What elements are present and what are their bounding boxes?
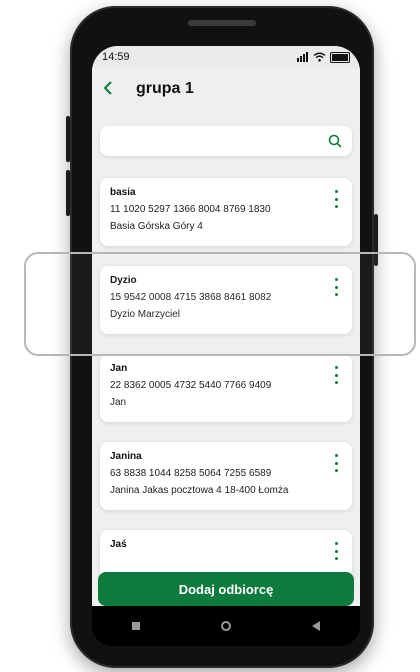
wifi-icon (313, 52, 326, 62)
status-bar: 14:59 (92, 46, 360, 68)
recipient-card[interactable]: Dyzio 15 9542 0008 4715 3868 8461 8082 D… (100, 266, 352, 334)
battery-icon (330, 51, 350, 63)
recipient-name: Dyzio (110, 275, 137, 286)
recipient-account: 22 8362 0005 4732 5440 7766 9409 (110, 380, 272, 391)
side-button (66, 170, 70, 216)
more-options-icon[interactable] (332, 278, 340, 296)
signal-icon (297, 52, 308, 62)
recipient-name: Jaś (110, 539, 127, 550)
search-input[interactable] (110, 126, 314, 156)
recipient-details: Basia Górska Góry 4 (110, 221, 203, 232)
system-navigation-bar (92, 606, 360, 646)
more-options-icon[interactable] (332, 542, 340, 560)
chevron-left-icon[interactable] (102, 79, 128, 99)
more-options-icon[interactable] (332, 454, 340, 472)
recipient-account: 11 1020 5297 1366 8004 8769 1830 (110, 204, 271, 215)
search-icon[interactable] (328, 134, 342, 148)
back-icon[interactable] (311, 621, 320, 631)
recipient-card[interactable]: Janina 63 8838 1044 8258 5064 7255 6589 … (100, 442, 352, 510)
recipient-card[interactable]: basia 11 1020 5297 1366 8004 8769 1830 B… (100, 178, 352, 246)
recipient-name: basia (110, 187, 136, 198)
recent-apps-icon[interactable] (132, 622, 141, 630)
status-time: 14:59 (102, 51, 130, 63)
page-title: grupa 1 (136, 80, 194, 97)
status-icons (297, 51, 350, 63)
power-button (374, 214, 378, 266)
volume-button (66, 116, 70, 162)
recipient-name: Janina (110, 451, 142, 462)
recipient-card[interactable]: Jan 22 8362 0005 4732 5440 7766 9409 Jan (100, 354, 352, 422)
home-icon[interactable] (220, 621, 231, 631)
phone-speaker (188, 20, 256, 26)
recipient-name: Jan (110, 363, 128, 374)
app-screen: 14:59 grupa 1 basia 11 1020 5297 1366 80… (92, 46, 360, 622)
recipient-account: 15 9542 0008 4715 3868 8461 8082 (110, 292, 272, 303)
recipient-account: 63 8838 1044 8258 5064 7255 6589 (110, 468, 272, 479)
recipient-details: Jan (110, 397, 127, 408)
add-recipient-button[interactable]: Dodaj odbiorcę (98, 572, 354, 606)
recipient-details: Janina Jakas pocztowa 4 18-400 Łomża (110, 485, 289, 496)
header-bar: grupa 1 (92, 68, 360, 110)
more-options-icon[interactable] (332, 366, 340, 384)
more-options-icon[interactable] (332, 190, 340, 208)
search-field[interactable] (100, 126, 352, 156)
recipient-details: Dyzio Marzyciel (110, 309, 181, 320)
